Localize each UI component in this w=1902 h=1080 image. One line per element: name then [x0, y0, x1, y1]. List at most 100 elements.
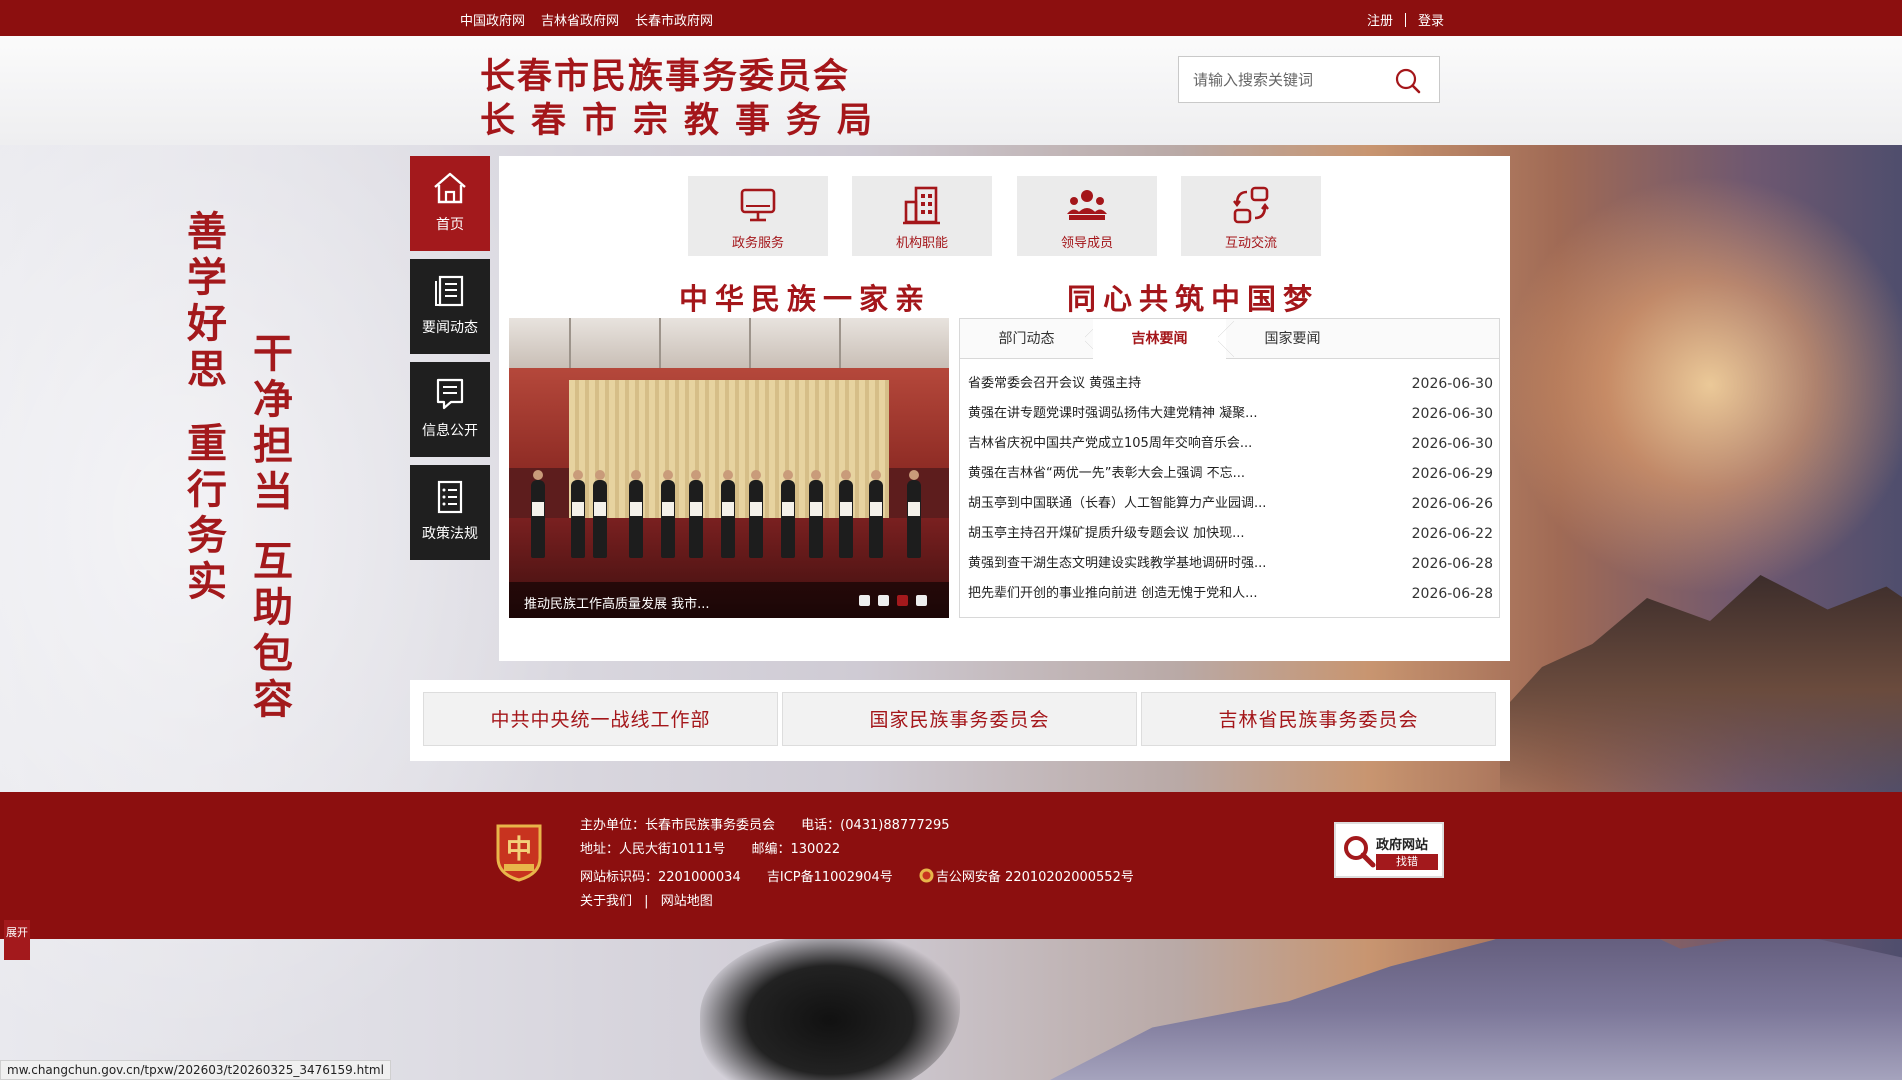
nav-policy[interactable]: 政策法规	[410, 465, 490, 560]
news-date: 2026-06-30	[1411, 436, 1493, 452]
link-united-front-dept[interactable]: 中共中央统一战线工作部	[423, 692, 778, 746]
news-title[interactable]: 胡玉亭主持召开煤矿提质升级专题会议 加快现...	[968, 526, 1245, 541]
search-icon[interactable]	[1394, 67, 1422, 95]
news-title[interactable]: 省委常委会召开会议 黄强主持	[968, 376, 1141, 391]
news-date: 2026-06-26	[1411, 496, 1493, 512]
expand-toggle[interactable]: 展开	[4, 920, 30, 960]
quick-gov-services[interactable]: 政务服务	[688, 176, 828, 256]
find-error-line2: 找错	[1376, 854, 1438, 870]
people-icon	[1067, 190, 1107, 220]
top-link-central-gov[interactable]: 中国政府网	[460, 10, 525, 29]
exchange-icon	[1233, 186, 1269, 224]
news-title[interactable]: 胡玉亭到中国联通（长春）人工智能算力产业园调...	[968, 496, 1266, 511]
nav-info-disclosure[interactable]: 信息公开	[410, 362, 490, 457]
news-item[interactable]: 黄强在讲专题党课时强调弘扬伟大建党精神 凝聚... 2026-06-30	[968, 399, 1493, 429]
search-input[interactable]	[1193, 69, 1383, 91]
footer-postcode: 邮编：130022	[751, 842, 841, 857]
quick-org-functions[interactable]: 机构职能	[852, 176, 992, 256]
site-title-line2[interactable]: 长春市宗教事务局	[480, 92, 888, 143]
news-date: 2026-06-30	[1411, 406, 1493, 422]
footer-host: 主办单位：长春市民族事务委员会	[580, 818, 776, 833]
slogan-column: 干净担当	[246, 332, 293, 516]
link-national-ethnic-commission[interactable]: 国家民族事务委员会	[782, 692, 1137, 746]
slider-dots	[859, 595, 927, 606]
register-link[interactable]: 注册	[1367, 10, 1393, 29]
news-date: 2026-06-22	[1411, 526, 1493, 542]
news-list: 省委常委会召开会议 黄强主持 2026-06-30 黄强在讲专题党课时强调弘扬伟大…	[968, 369, 1493, 609]
slider-dot-active[interactable]	[897, 595, 908, 606]
gov-site-find-error-button[interactable]: 政府网站 找错	[1334, 822, 1444, 878]
news-date: 2026-06-29	[1411, 466, 1493, 482]
main-panel: 政务服务 机构职能 领导成员 互动交流 中华民族一家亲 同心共筑中国梦 推动民族…	[499, 156, 1510, 661]
background-sunset-glow	[1500, 175, 1902, 595]
slogan-column: 重行务实	[180, 422, 227, 606]
magnifier-icon	[1344, 836, 1376, 868]
news-box: 部门动态 吉林要闻 国家要闻 省委常委会召开会议 黄强主持 2026-06-30 …	[959, 318, 1500, 618]
news-item[interactable]: 胡玉亭到中国联通（长春）人工智能算力产业园调... 2026-06-26	[968, 489, 1493, 519]
background-ink-splash	[700, 935, 960, 1080]
footer-row: 主办单位：长春市民族事务委员会 电话：(0431)88777295	[580, 814, 972, 833]
party-emblem-icon: 中	[496, 824, 542, 882]
link-jilin-ethnic-commission[interactable]: 吉林省民族事务委员会	[1141, 692, 1496, 746]
site-header: 长春市民族事务委员会 长春市宗教事务局	[0, 36, 1902, 145]
tab-label: 吉林要闻	[1131, 331, 1188, 347]
slogan-column: 互助包容	[246, 540, 293, 724]
slide-photo-person	[809, 470, 823, 558]
quick-button-label: 领导成员	[1060, 236, 1113, 251]
slide-photo-person	[689, 470, 703, 558]
tab-jilin-news[interactable]: 吉林要闻	[1093, 319, 1234, 359]
image-slider[interactable]: 推动民族工作高质量发展 我市...	[509, 318, 949, 618]
tab-national-news[interactable]: 国家要闻	[1226, 319, 1359, 359]
slide-photo-person	[721, 470, 735, 558]
banner-slogan-right: 同心共筑中国梦	[1067, 282, 1320, 316]
footer-police-record[interactable]: 吉公网安备 22010202000552号	[936, 870, 1134, 885]
site-footer: 中 主办单位：长春市民族事务委员会 电话：(0431)88777295 地址：人…	[0, 792, 1902, 939]
slide-photo-person	[571, 470, 585, 558]
slide-photo-person	[839, 470, 853, 558]
svg-text:中: 中	[506, 835, 532, 865]
slider-dot[interactable]	[916, 595, 927, 606]
slide-photo-person	[907, 470, 921, 558]
top-link-jilin-gov[interactable]: 吉林省政府网	[541, 10, 619, 29]
news-title[interactable]: 把先辈们开创的事业推向前进 创造无愧于党和人...	[968, 586, 1258, 601]
news-item[interactable]: 黄强到查干湖生态文明建设实践教学基地调研时强... 2026-06-28	[968, 549, 1493, 579]
nav-news[interactable]: 要闻动态	[410, 259, 490, 354]
news-item[interactable]: 黄强在吉林省“两优一先”表彰大会上强调 不忘... 2026-06-29	[968, 459, 1493, 489]
slide-photo-ceiling	[509, 318, 949, 368]
slider-dot[interactable]	[859, 595, 870, 606]
news-item[interactable]: 吉林省庆祝中国共产党成立105周年交响音乐会... 2026-06-30	[968, 429, 1493, 459]
slide-photo-person	[661, 470, 675, 558]
slider-dot[interactable]	[878, 595, 889, 606]
news-item[interactable]: 把先辈们开创的事业推向前进 创造无愧于党和人... 2026-06-28	[968, 579, 1493, 609]
news-title[interactable]: 黄强到查干湖生态文明建设实践教学基地调研时强...	[968, 556, 1266, 571]
footer-sitemap-link[interactable]: 网站地图	[661, 894, 713, 909]
login-link[interactable]: 登录	[1418, 10, 1444, 29]
quick-leadership[interactable]: 领导成员	[1017, 176, 1157, 256]
tab-label: 部门动态	[998, 331, 1055, 347]
quick-button-label: 机构职能	[895, 236, 948, 251]
news-date: 2026-06-28	[1411, 586, 1493, 602]
nav-label: 信息公开	[422, 423, 478, 439]
footer-icp[interactable]: 吉ICP备11002904号	[767, 870, 893, 885]
slide-photo-person	[629, 470, 643, 558]
nav-home[interactable]: 首页	[410, 156, 490, 251]
find-error-line1: 政府网站	[1376, 838, 1429, 853]
news-tabs: 部门动态 吉林要闻 国家要闻	[960, 319, 1499, 359]
news-date: 2026-06-30	[1411, 376, 1493, 392]
policy-icon	[437, 480, 463, 514]
news-title[interactable]: 黄强在讲专题党课时强调弘扬伟大建党精神 凝聚...	[968, 406, 1258, 421]
news-title[interactable]: 黄强在吉林省“两优一先”表彰大会上强调 不忘...	[968, 466, 1245, 481]
tab-department-news[interactable]: 部门动态	[960, 319, 1101, 359]
auth-links: 注册 登录	[1367, 10, 1444, 29]
footer-about-link[interactable]: 关于我们	[580, 894, 632, 909]
news-item[interactable]: 胡玉亭主持召开煤矿提质升级专题会议 加快现... 2026-06-22	[968, 519, 1493, 549]
monitor-icon	[740, 188, 776, 222]
footer-address: 地址：人民大街10111号	[580, 842, 726, 857]
quick-interaction[interactable]: 互动交流	[1181, 176, 1321, 256]
top-link-changchun-gov[interactable]: 长春市政府网	[635, 10, 713, 29]
news-item[interactable]: 省委常委会召开会议 黄强主持 2026-06-30	[968, 369, 1493, 399]
info-icon	[436, 378, 464, 410]
news-title[interactable]: 吉林省庆祝中国共产党成立105周年交响音乐会...	[968, 436, 1252, 451]
home-icon	[434, 172, 466, 204]
top-links: 中国政府网 吉林省政府网 长春市政府网	[460, 10, 713, 29]
